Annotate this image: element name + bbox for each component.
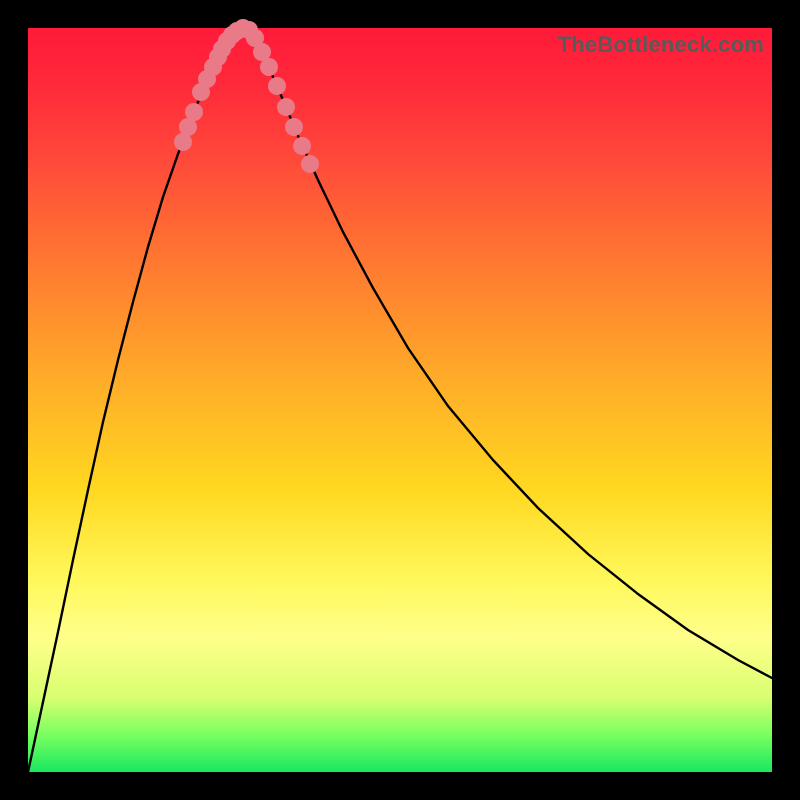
right-branch-curve [246,28,772,678]
marker-point [293,137,311,155]
marker-point [260,58,278,76]
marker-point [285,118,303,136]
marker-point [277,98,295,116]
plot-area: TheBottleneck.com [28,28,772,772]
left-branch-curve [28,28,246,772]
marker-point [185,103,203,121]
marker-point [268,77,286,95]
curve-layer [28,28,772,772]
marker-point [301,155,319,173]
highlight-markers [174,19,319,173]
chart-frame: TheBottleneck.com [0,0,800,800]
